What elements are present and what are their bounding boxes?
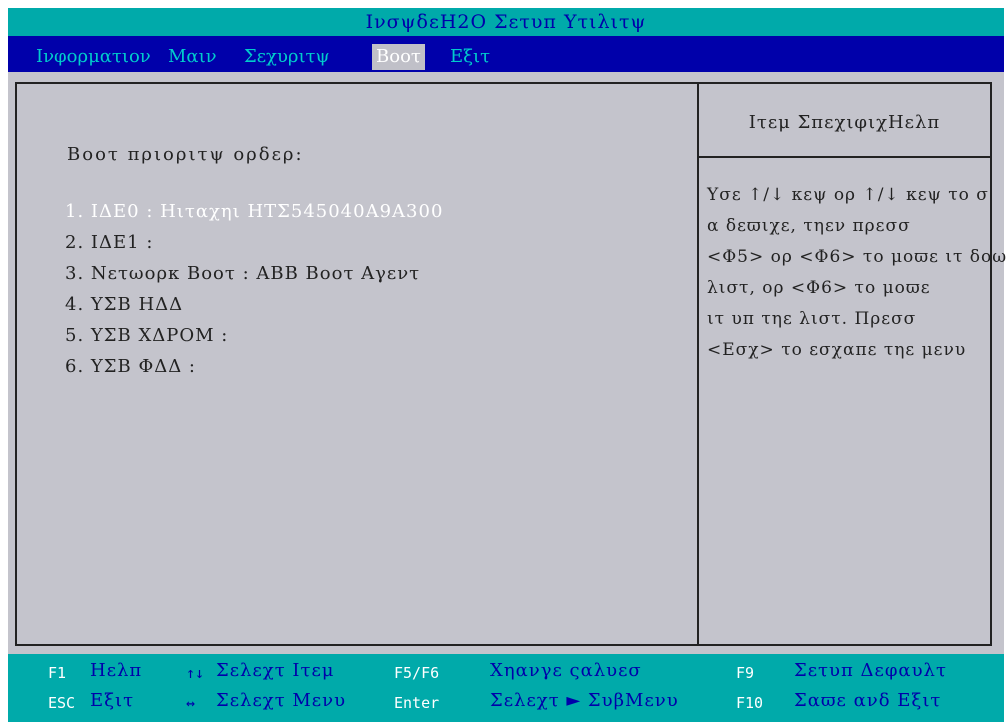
key-f9-desc: Σετυπ Δεφαυλτ xyxy=(794,660,947,681)
help-line: λιστ, ορ <Φ6> το μοϖε xyxy=(707,278,931,298)
key-f10-desc: Σαϖε ανδ Εξιτ xyxy=(794,690,942,711)
arrows-updown-desc: Σελεχτ Ιτεμ xyxy=(216,660,335,681)
key-help-bar: F1 Ηελπ ↑↓ Σελεχτ Ιτεμ F5/F6 Χηανγε ςαλυ… xyxy=(8,654,1004,722)
content-area: Βοοτ πριοριτψ ορδερ: 1. ΙΔΕ0 : Ηιταχηι Η… xyxy=(8,72,1006,654)
key-f10: F10 xyxy=(736,694,764,712)
tab-exit[interactable]: Εξιτ xyxy=(446,44,494,70)
help-line: α δεϖιχε, τηεν πρεσσ xyxy=(707,216,911,236)
boot-item-usb-hdd[interactable]: 4. ΥΣΒ ΗΔΔ xyxy=(65,289,443,320)
arrows-leftright-key: ↔ xyxy=(186,694,196,712)
tab-security[interactable]: Σεχυριτψ xyxy=(240,44,334,70)
menu-bar: Ινφορματιον Μαιν Σεχυριτψ Βοοτ Εξιτ xyxy=(8,36,1004,72)
boot-item-usb-fdd[interactable]: 6. ΥΣΒ ΦΔΔ : xyxy=(65,351,443,382)
help-separator xyxy=(699,156,990,158)
tab-information[interactable]: Ινφορματιον xyxy=(32,44,155,70)
help-line: Υσε ↑/↓ κεψ ορ ↑/↓ κεψ το σ xyxy=(707,185,989,205)
main-frame: Βοοτ πριοριτψ ορδερ: 1. ΙΔΕ0 : Ηιταχηι Η… xyxy=(15,82,1006,646)
boot-item-usb-cdrom[interactable]: 5. ΥΣΒ ΧΔΡΟΜ : xyxy=(65,320,443,351)
boot-item-ide1[interactable]: 2. ΙΔΕ1 : xyxy=(65,227,443,258)
boot-item-network[interactable]: 3. Νετωορκ Βοοτ : ΑΒΒ Βοοτ Αγεντ xyxy=(65,258,443,289)
help-line: <Φ5> ορ <Φ6> το μοϖε ιτ δοων τηε xyxy=(707,247,1006,267)
boot-heading: Βοοτ πριοριτψ ορδερ: xyxy=(67,144,304,165)
key-esc-desc: Εξιτ xyxy=(90,690,135,711)
tab-main[interactable]: Μαιν xyxy=(164,44,221,70)
boot-priority-list: 1. ΙΔΕ0 : Ηιταχηι ΗΤΣ545040Α9Α300 2. ΙΔΕ… xyxy=(65,196,443,382)
key-enter: Enter xyxy=(394,694,440,712)
key-enter-desc: Σελεχτ ► ΣυβΜενυ xyxy=(490,690,679,711)
key-f9: F9 xyxy=(736,664,755,682)
key-f5f6-desc: Χηανγε ςαλυεσ xyxy=(490,660,642,681)
panel-divider xyxy=(697,84,699,644)
key-f5f6: F5/F6 xyxy=(394,664,440,682)
help-line: ιτ υπ τηε λιστ. Πρεσσ xyxy=(707,309,917,329)
arrows-updown-key: ↑↓ xyxy=(186,664,205,682)
key-f1: F1 xyxy=(48,664,67,682)
boot-item-ide0[interactable]: 1. ΙΔΕ0 : Ηιταχηι ΗΤΣ545040Α9Α300 xyxy=(65,196,443,227)
window-title: ΙνσψδεΗ2Ο Σετυπ Υτιλιτψ xyxy=(8,8,1004,36)
help-line: <Εσχ> το εσχαπε τηε μενυ xyxy=(707,340,967,360)
key-f1-desc: Ηελπ xyxy=(90,660,143,681)
tab-boot[interactable]: Βοοτ xyxy=(372,44,425,70)
arrows-leftright-desc: Σελεχτ Μενυ xyxy=(216,690,347,711)
help-title: Ιτεμ ΣπεχιφιχΗελπ xyxy=(748,112,941,133)
help-text: Υσε ↑/↓ κεψ ορ ↑/↓ κεψ το σ α δεϖιχε, τη… xyxy=(707,180,1006,366)
key-esc: ESC xyxy=(48,694,76,712)
